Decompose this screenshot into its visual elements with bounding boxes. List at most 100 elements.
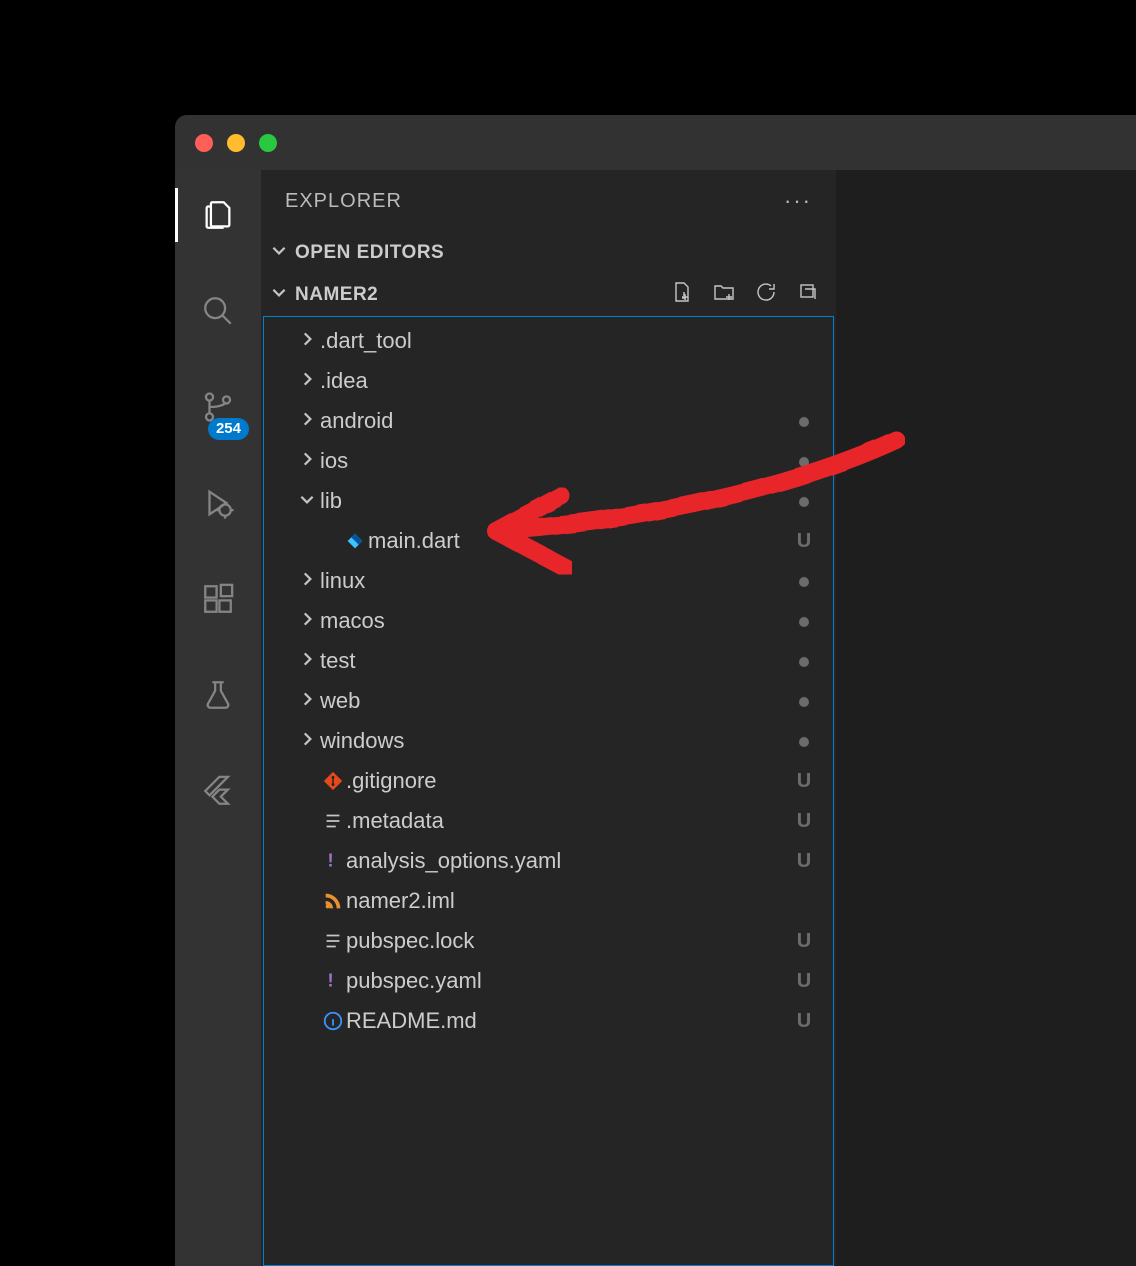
explorer-title: EXPLORER — [285, 190, 402, 213]
tree-file[interactable]: !analysis_options.yamlU — [264, 841, 833, 881]
tree-folder[interactable]: linux — [264, 561, 833, 601]
git-modified-dot — [793, 570, 815, 593]
lines-icon — [320, 810, 346, 832]
explorer-more-button[interactable]: ··· — [784, 188, 812, 214]
tree-item-label: lib — [320, 488, 793, 514]
collapse-all-button[interactable] — [796, 280, 820, 310]
open-editors-section[interactable]: OPEN EDITORS — [261, 232, 836, 274]
activity-source-control[interactable]: 254 — [175, 380, 261, 434]
tree-folder[interactable]: macos — [264, 601, 833, 641]
tree-file[interactable]: ! pubspec.yamlU — [264, 961, 833, 1001]
activity-testing[interactable] — [175, 668, 261, 722]
chevron-right-icon — [294, 410, 320, 433]
tree-folder[interactable]: test — [264, 641, 833, 681]
git-status-letter: U — [793, 1010, 815, 1033]
tree-file[interactable]: pubspec.lockU — [264, 921, 833, 961]
chevron-down-icon — [267, 283, 291, 307]
git-status-letter: U — [793, 530, 815, 553]
svg-text:!: ! — [328, 970, 334, 991]
activity-flutter[interactable] — [175, 764, 261, 818]
tree-item-label: .dart_tool — [320, 328, 793, 354]
svg-text:!: ! — [328, 850, 334, 871]
tree-file[interactable]: .metadataU — [264, 801, 833, 841]
vscode-window: 254 — [175, 115, 1136, 1266]
chevron-right-icon — [294, 690, 320, 713]
activity-run-debug[interactable] — [175, 476, 261, 530]
git-status-letter: U — [793, 770, 815, 793]
dart-icon — [342, 530, 368, 552]
tree-item-label: windows — [320, 728, 793, 754]
yaml-icon: ! — [320, 970, 346, 992]
refresh-button[interactable] — [754, 280, 778, 310]
git-status-letter: U — [793, 810, 815, 833]
chevron-right-icon — [294, 450, 320, 473]
chevron-right-icon — [294, 610, 320, 633]
tree-item-label: web — [320, 688, 793, 714]
tree-file[interactable]: namer2.iml — [264, 881, 833, 921]
git-modified-dot — [793, 650, 815, 673]
tree-item-label: linux — [320, 568, 793, 594]
tree-folder[interactable]: android — [264, 401, 833, 441]
activity-search[interactable] — [175, 284, 261, 338]
activity-extensions[interactable] — [175, 572, 261, 626]
tree-folder[interactable]: windows — [264, 721, 833, 761]
project-name-label: NAMER2 — [295, 284, 378, 306]
tree-item-label: .idea — [320, 368, 793, 394]
tree-item-label: pubspec.yaml — [346, 968, 793, 994]
tree-item-label: README.md — [346, 1008, 793, 1034]
info-icon — [320, 1010, 346, 1032]
search-icon — [201, 294, 235, 328]
activity-explorer[interactable] — [175, 188, 261, 242]
git-status-letter: U — [793, 930, 815, 953]
git-modified-dot — [793, 730, 815, 753]
tree-folder[interactable]: ios — [264, 441, 833, 481]
tree-item-label: android — [320, 408, 793, 434]
tree-item-label: main.dart — [368, 528, 793, 554]
new-folder-button[interactable] — [712, 280, 736, 310]
tree-file[interactable]: main.dartU — [264, 521, 833, 561]
tree-file[interactable]: README.mdU — [264, 1001, 833, 1041]
file-tree[interactable]: .dart_tool.ideaandroidioslibmain.dartUli… — [263, 316, 834, 1266]
titlebar[interactable] — [175, 115, 1136, 170]
tree-item-label: pubspec.lock — [346, 928, 793, 954]
open-editors-label: OPEN EDITORS — [295, 242, 444, 264]
chevron-down-icon — [294, 490, 320, 513]
tree-file[interactable]: .gitignoreU — [264, 761, 833, 801]
tree-folder[interactable]: .dart_tool — [264, 321, 833, 361]
files-icon — [201, 198, 235, 232]
project-section[interactable]: NAMER2 — [261, 274, 836, 316]
new-file-button[interactable] — [670, 280, 694, 310]
extensions-icon — [201, 582, 235, 616]
tree-folder[interactable]: web — [264, 681, 833, 721]
window-close-button[interactable] — [195, 134, 213, 152]
explorer-header: EXPLORER ··· — [261, 170, 836, 232]
chevron-right-icon — [294, 330, 320, 353]
git-modified-dot — [793, 610, 815, 633]
window-maximize-button[interactable] — [259, 134, 277, 152]
tree-folder[interactable]: .idea — [264, 361, 833, 401]
flutter-icon — [201, 774, 235, 808]
git-status-letter: U — [793, 970, 815, 993]
editor-area[interactable] — [836, 170, 1136, 1266]
git-status-letter: U — [793, 850, 815, 873]
scm-badge: 254 — [208, 418, 249, 440]
tree-item-label: test — [320, 648, 793, 674]
git-modified-dot — [793, 690, 815, 713]
tree-item-label: namer2.iml — [346, 888, 793, 914]
git-modified-dot — [793, 490, 815, 513]
chevron-right-icon — [294, 570, 320, 593]
activity-bar: 254 — [175, 170, 261, 1266]
tree-item-label: ios — [320, 448, 793, 474]
chevron-right-icon — [294, 370, 320, 393]
git-modified-dot — [793, 450, 815, 473]
debug-icon — [201, 486, 235, 520]
window-minimize-button[interactable] — [227, 134, 245, 152]
chevron-right-icon — [294, 730, 320, 753]
tree-folder[interactable]: lib — [264, 481, 833, 521]
chevron-right-icon — [294, 650, 320, 673]
explorer-actions — [670, 280, 836, 310]
beaker-icon — [201, 678, 235, 712]
chevron-down-icon — [267, 241, 291, 265]
tree-item-label: .metadata — [346, 808, 793, 834]
explorer-sidebar: EXPLORER ··· OPEN EDITORS NAMER2 — [261, 170, 836, 1266]
